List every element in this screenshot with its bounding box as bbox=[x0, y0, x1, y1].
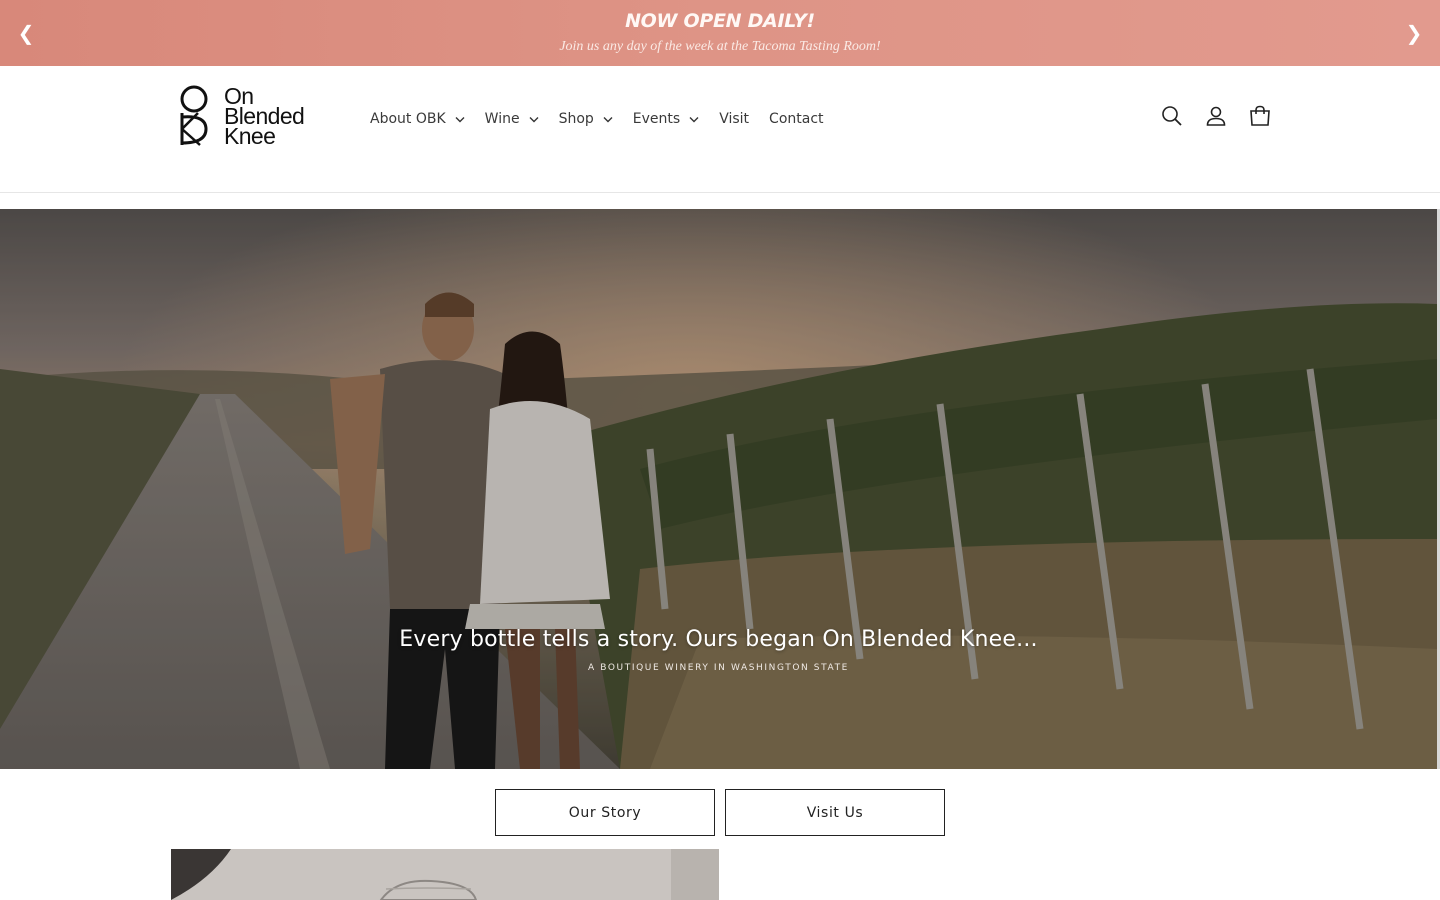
cart-icon[interactable] bbox=[1248, 104, 1272, 128]
our-story-button[interactable]: Our Story bbox=[495, 789, 715, 836]
header-actions bbox=[1160, 104, 1272, 128]
nav-item-about-obk[interactable]: About OBK bbox=[360, 106, 475, 132]
nav-item-visit[interactable]: Visit bbox=[709, 106, 759, 132]
featured-image bbox=[171, 849, 719, 900]
account-icon[interactable] bbox=[1204, 104, 1228, 128]
obk-monogram-icon bbox=[180, 85, 208, 146]
nav-item-wine[interactable]: Wine bbox=[475, 106, 549, 132]
announcement-title: NOW OPEN DAILY! bbox=[625, 10, 815, 32]
hero-text: Every bottle tells a story. Ours began O… bbox=[0, 627, 1437, 673]
hero-tagline: A BOUTIQUE WINERY IN WASHINGTON STATE bbox=[588, 663, 849, 673]
main-nav: About OBK Wine Shop Events Visit Contact bbox=[360, 106, 834, 132]
nav-item-contact[interactable]: Contact bbox=[759, 106, 833, 132]
search-icon[interactable] bbox=[1160, 104, 1184, 128]
site-header: On Blended Knee About OBK Wine Shop Even… bbox=[0, 66, 1440, 193]
nav-item-label: Events bbox=[632, 111, 681, 127]
nav-item-shop[interactable]: Shop bbox=[549, 106, 623, 132]
hero-image bbox=[0, 209, 1437, 769]
featured-image-graphic bbox=[171, 849, 719, 900]
announcement-subtitle: Join us any day of the week at the Tacom… bbox=[559, 39, 881, 54]
chevron-down-icon bbox=[455, 116, 465, 122]
nav-item-label: Visit bbox=[719, 111, 750, 127]
nav-item-label: Shop bbox=[558, 111, 594, 127]
announcement-bar: ❮ NOW OPEN DAILY! Join us any day of the… bbox=[0, 0, 1440, 66]
site-logo[interactable]: On Blended Knee bbox=[176, 84, 316, 148]
announcement-next-arrow-icon[interactable]: ❯ bbox=[1399, 18, 1429, 48]
chevron-down-icon bbox=[529, 116, 539, 122]
hero-banner: Every bottle tells a story. Ours began O… bbox=[0, 209, 1437, 769]
nav-item-label: Wine bbox=[484, 111, 520, 127]
nav-item-label: Contact bbox=[769, 111, 824, 127]
nav-item-label: About OBK bbox=[370, 111, 446, 127]
visit-us-button[interactable]: Visit Us bbox=[725, 789, 945, 836]
chevron-down-icon bbox=[689, 116, 699, 122]
hero-headline: Every bottle tells a story. Ours began O… bbox=[399, 627, 1038, 652]
logo-line-3: Knee bbox=[224, 123, 276, 149]
nav-item-events[interactable]: Events bbox=[623, 106, 709, 132]
chevron-down-icon bbox=[603, 116, 613, 122]
logo-wordmark: On Blended Knee bbox=[224, 85, 305, 149]
